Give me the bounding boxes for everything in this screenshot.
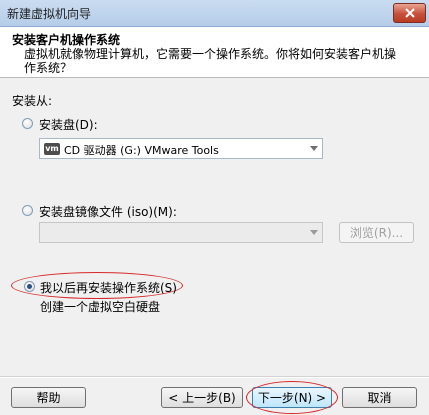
radio-iso-image[interactable] <box>22 205 33 216</box>
installer-disc-label[interactable]: 安装盘(D): <box>39 116 98 133</box>
install-from-label: 安装从: <box>12 94 53 108</box>
chevron-down-icon <box>310 146 318 151</box>
close-icon <box>404 8 415 18</box>
iso-image-label[interactable]: 安装盘镜像文件 (iso)(M): <box>39 203 177 220</box>
vmware-drive-icon: vm <box>44 143 60 155</box>
radio-installer-disc[interactable] <box>22 118 33 129</box>
cancel-button[interactable]: 取消 <box>342 387 417 408</box>
radio-selected-dot <box>27 284 32 289</box>
browse-button[interactable]: 浏览(R)... <box>339 222 414 243</box>
chevron-down-icon <box>310 230 318 235</box>
wizard-header: 安装客户机操作系统 虚拟机就像物理计算机，它需要一个操作系统。你将如何安装客户机… <box>0 27 429 78</box>
close-button[interactable] <box>393 3 426 23</box>
install-later-description: 创建一个虚拟空白硬盘 <box>40 300 161 314</box>
title-bar: 新建虚拟机向导 <box>0 0 429 27</box>
page-title: 安装客户机操作系统 <box>12 33 121 47</box>
iso-path-select[interactable] <box>39 222 323 243</box>
footer-divider <box>0 376 429 378</box>
install-later-label[interactable]: 我以后再安装操作系统(S) <box>40 279 177 296</box>
help-button[interactable]: 帮助 <box>11 387 86 408</box>
annotation-ellipse-next <box>246 381 338 414</box>
window-title: 新建虚拟机向导 <box>7 7 92 21</box>
drive-select[interactable]: vm CD 驱动器 (G:) VMware Tools <box>39 138 323 159</box>
drive-select-value: CD 驱动器 (G:) VMware Tools <box>64 144 219 157</box>
page-description: 虚拟机就像物理计算机，它需要一个操作系统。你将如何安装客户机操作系统？ <box>24 47 397 75</box>
radio-install-later[interactable] <box>24 281 35 292</box>
back-button[interactable]: < 上一步(B) <box>161 387 243 408</box>
